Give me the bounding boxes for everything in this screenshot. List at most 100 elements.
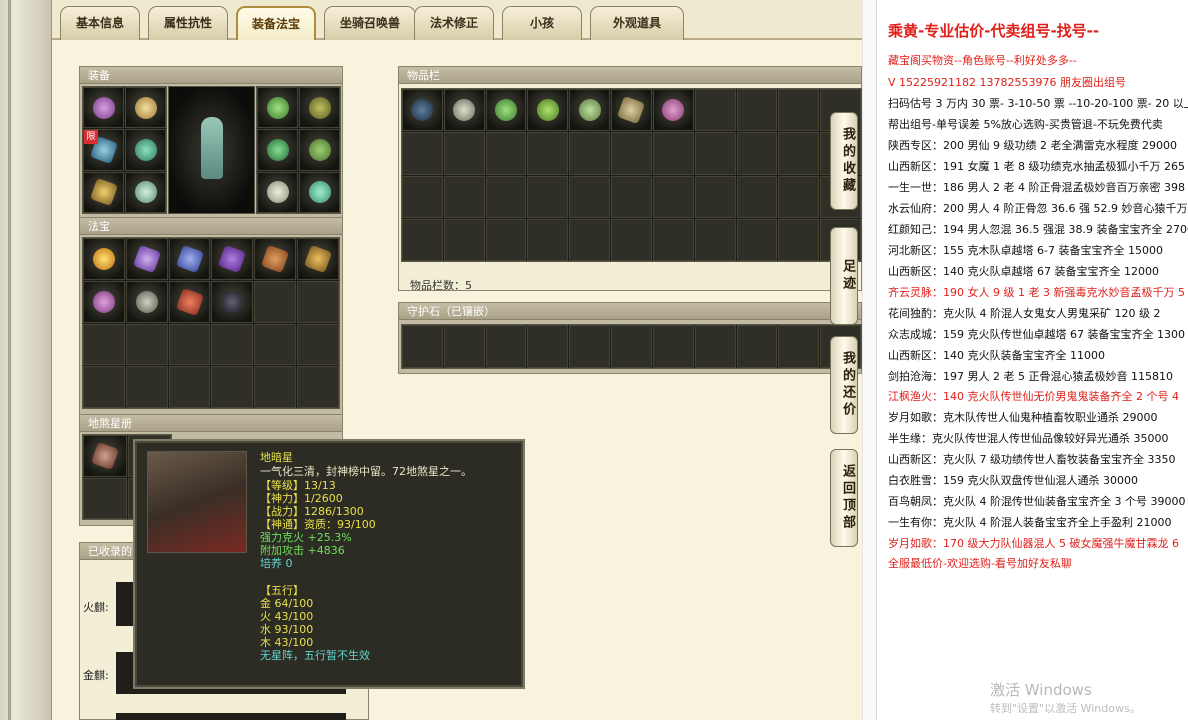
inventory-slot-empty[interactable] bbox=[485, 218, 527, 261]
treasure-slot-empty[interactable] bbox=[168, 366, 211, 408]
treasure-slot-empty[interactable] bbox=[297, 323, 339, 366]
treasure-slot-empty[interactable] bbox=[297, 280, 339, 323]
inventory-slot-empty[interactable] bbox=[694, 89, 736, 132]
treasure-slot-empty[interactable] bbox=[83, 366, 125, 408]
back-to-top-button[interactable]: 返回顶部 bbox=[830, 449, 858, 547]
tab-child[interactable]: 小孩 bbox=[502, 6, 582, 40]
inventory-slot[interactable] bbox=[569, 89, 611, 132]
treasure-slot[interactable] bbox=[211, 238, 254, 280]
treasure-slot-empty[interactable] bbox=[254, 366, 297, 408]
inventory-slot-empty[interactable] bbox=[443, 218, 485, 261]
inventory-slot-empty[interactable] bbox=[443, 175, 485, 218]
inventory-slot[interactable] bbox=[402, 89, 443, 132]
equip-slot[interactable] bbox=[125, 87, 166, 129]
tab-equipment[interactable]: 装备法宝 bbox=[236, 6, 316, 40]
treasure-slot-empty[interactable] bbox=[125, 323, 168, 366]
star-slot[interactable] bbox=[83, 435, 127, 477]
treasure-slot[interactable] bbox=[297, 238, 339, 280]
treasure-slot[interactable] bbox=[254, 238, 297, 280]
guard-slot[interactable] bbox=[402, 325, 443, 368]
inventory-slot[interactable] bbox=[443, 89, 485, 132]
treasure-slot-empty[interactable] bbox=[125, 366, 168, 408]
inventory-slot[interactable] bbox=[611, 89, 652, 132]
inventory-slot[interactable] bbox=[527, 89, 569, 132]
inventory-slot-empty[interactable] bbox=[736, 218, 778, 261]
inventory-slot-empty[interactable] bbox=[443, 132, 485, 175]
treasure-slot-empty[interactable] bbox=[211, 323, 254, 366]
inventory-slot-empty[interactable] bbox=[652, 218, 694, 261]
guard-slot[interactable] bbox=[694, 325, 736, 368]
treasure-slot-empty[interactable] bbox=[254, 323, 297, 366]
equip-slot[interactable] bbox=[257, 129, 298, 171]
my-favorites-button[interactable]: 我的收藏 bbox=[830, 112, 858, 210]
inventory-slot-empty[interactable] bbox=[569, 175, 611, 218]
equip-slot[interactable] bbox=[299, 171, 340, 213]
inventory-slot-empty[interactable] bbox=[778, 89, 820, 132]
inventory-slot-empty[interactable] bbox=[402, 132, 443, 175]
equip-slot[interactable] bbox=[299, 87, 340, 129]
star-slot-empty[interactable] bbox=[83, 477, 127, 519]
treasure-slot-empty[interactable] bbox=[254, 280, 297, 323]
inventory-slot-empty[interactable] bbox=[652, 175, 694, 218]
inventory-slot-empty[interactable] bbox=[611, 132, 652, 175]
inventory-slot-empty[interactable] bbox=[778, 175, 820, 218]
equip-slot[interactable] bbox=[299, 129, 340, 171]
inventory-slot-empty[interactable] bbox=[527, 218, 569, 261]
inventory-slot-empty[interactable] bbox=[402, 218, 443, 261]
inventory-slot[interactable] bbox=[652, 89, 694, 132]
inventory-slot-empty[interactable] bbox=[569, 218, 611, 261]
footprint-button[interactable]: 足迹 bbox=[830, 227, 858, 325]
equip-slot[interactable] bbox=[83, 171, 124, 213]
guard-slot[interactable] bbox=[443, 325, 485, 368]
treasure-slot[interactable] bbox=[83, 238, 125, 280]
equip-slot[interactable] bbox=[83, 87, 124, 129]
inventory-slot-empty[interactable] bbox=[611, 175, 652, 218]
treasure-slot[interactable] bbox=[125, 238, 168, 280]
treasure-slot[interactable] bbox=[83, 280, 125, 323]
inventory-slot-empty[interactable] bbox=[527, 175, 569, 218]
equip-slot[interactable]: 限 bbox=[83, 129, 124, 171]
inventory-slot-empty[interactable] bbox=[485, 132, 527, 175]
inventory-slot[interactable] bbox=[485, 89, 527, 132]
treasure-slot[interactable] bbox=[168, 280, 211, 323]
tab-appearance[interactable]: 外观道具 bbox=[590, 6, 684, 40]
inventory-slot-empty[interactable] bbox=[402, 175, 443, 218]
inventory-slot-empty[interactable] bbox=[485, 175, 527, 218]
guard-slot[interactable] bbox=[569, 325, 611, 368]
inventory-slot-empty[interactable] bbox=[694, 175, 736, 218]
treasure-slot-empty[interactable] bbox=[168, 323, 211, 366]
inventory-slot-empty[interactable] bbox=[527, 132, 569, 175]
inventory-slot-empty[interactable] bbox=[611, 218, 652, 261]
guard-slot[interactable] bbox=[736, 325, 778, 368]
tab-attributes[interactable]: 属性抗性 bbox=[148, 6, 228, 40]
inventory-slot-empty[interactable] bbox=[694, 132, 736, 175]
treasure-slot[interactable] bbox=[168, 238, 211, 280]
inventory-slot-empty[interactable] bbox=[694, 218, 736, 261]
guard-slot[interactable] bbox=[652, 325, 694, 368]
treasure-slot-empty[interactable] bbox=[297, 366, 339, 408]
inventory-slot-empty[interactable] bbox=[778, 218, 820, 261]
inventory-slot-empty[interactable] bbox=[778, 132, 820, 175]
equip-slot[interactable] bbox=[257, 171, 298, 213]
inventory-slot-empty[interactable] bbox=[736, 89, 778, 132]
text-document[interactable]: 乘黄-专业估价-代卖组号-找号-- 藏宝阁买物资--角色账号--利好处多多-- … bbox=[876, 0, 1188, 720]
guard-slot[interactable] bbox=[485, 325, 527, 368]
inventory-slot-empty[interactable] bbox=[652, 132, 694, 175]
treasure-slot-empty[interactable] bbox=[211, 366, 254, 408]
tab-spells[interactable]: 法术修正 bbox=[414, 6, 494, 40]
tab-basic-info[interactable]: 基本信息 bbox=[60, 6, 140, 40]
equip-slot[interactable] bbox=[125, 129, 166, 171]
treasure-slot[interactable] bbox=[125, 280, 168, 323]
treasure-slot-empty[interactable] bbox=[83, 323, 125, 366]
guard-slot[interactable] bbox=[527, 325, 569, 368]
inventory-slot-empty[interactable] bbox=[736, 175, 778, 218]
treasure-slot[interactable] bbox=[211, 280, 254, 323]
guard-slot[interactable] bbox=[611, 325, 652, 368]
tab-mounts[interactable]: 坐骑召唤兽 bbox=[324, 6, 416, 40]
my-bargain-button[interactable]: 我的还价 bbox=[830, 336, 858, 434]
equip-slot[interactable] bbox=[257, 87, 298, 129]
inventory-slot-empty[interactable] bbox=[736, 132, 778, 175]
guard-slot[interactable] bbox=[778, 325, 820, 368]
inventory-slot-empty[interactable] bbox=[569, 132, 611, 175]
equip-slot[interactable] bbox=[125, 171, 166, 213]
